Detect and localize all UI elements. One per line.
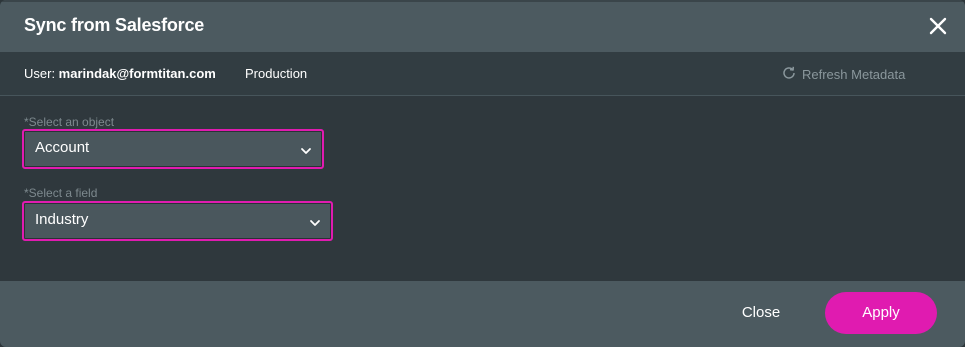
user-info: User: marindak@formtitan.com (24, 66, 216, 81)
object-select[interactable]: Account (22, 129, 324, 169)
close-button[interactable]: Close (724, 301, 798, 325)
refresh-icon (781, 65, 797, 84)
user-email: marindak@formtitan.com (58, 66, 216, 81)
connection-info-bar: User: marindak@formtitan.com Production … (0, 52, 965, 96)
header-top-rule (0, 0, 965, 2)
object-select-label: *Select an object (24, 115, 115, 129)
field-select-value: Industry (35, 211, 89, 228)
sync-dialog: Sync from Salesforce User: marindak@form… (0, 0, 965, 347)
dialog-title: Sync from Salesforce (24, 15, 205, 35)
chevron-down-icon (309, 215, 321, 226)
chevron-down-icon (300, 143, 312, 154)
environment-label: Production (245, 66, 308, 81)
dialog-body: *Select an object Account *Select a fiel… (0, 96, 965, 281)
apply-button[interactable]: Apply (825, 292, 937, 334)
dialog-footer: Close Apply (0, 281, 965, 347)
field-select[interactable]: Industry (22, 201, 333, 241)
object-select-value: Account (35, 139, 90, 156)
field-select-label: *Select a field (24, 186, 98, 200)
close-icon[interactable] (926, 14, 950, 38)
user-prefix: User: (24, 66, 59, 81)
refresh-metadata-button[interactable]: Refresh Metadata (781, 65, 905, 84)
refresh-metadata-label: Refresh Metadata (802, 67, 906, 82)
dialog-header: Sync from Salesforce (0, 0, 965, 52)
